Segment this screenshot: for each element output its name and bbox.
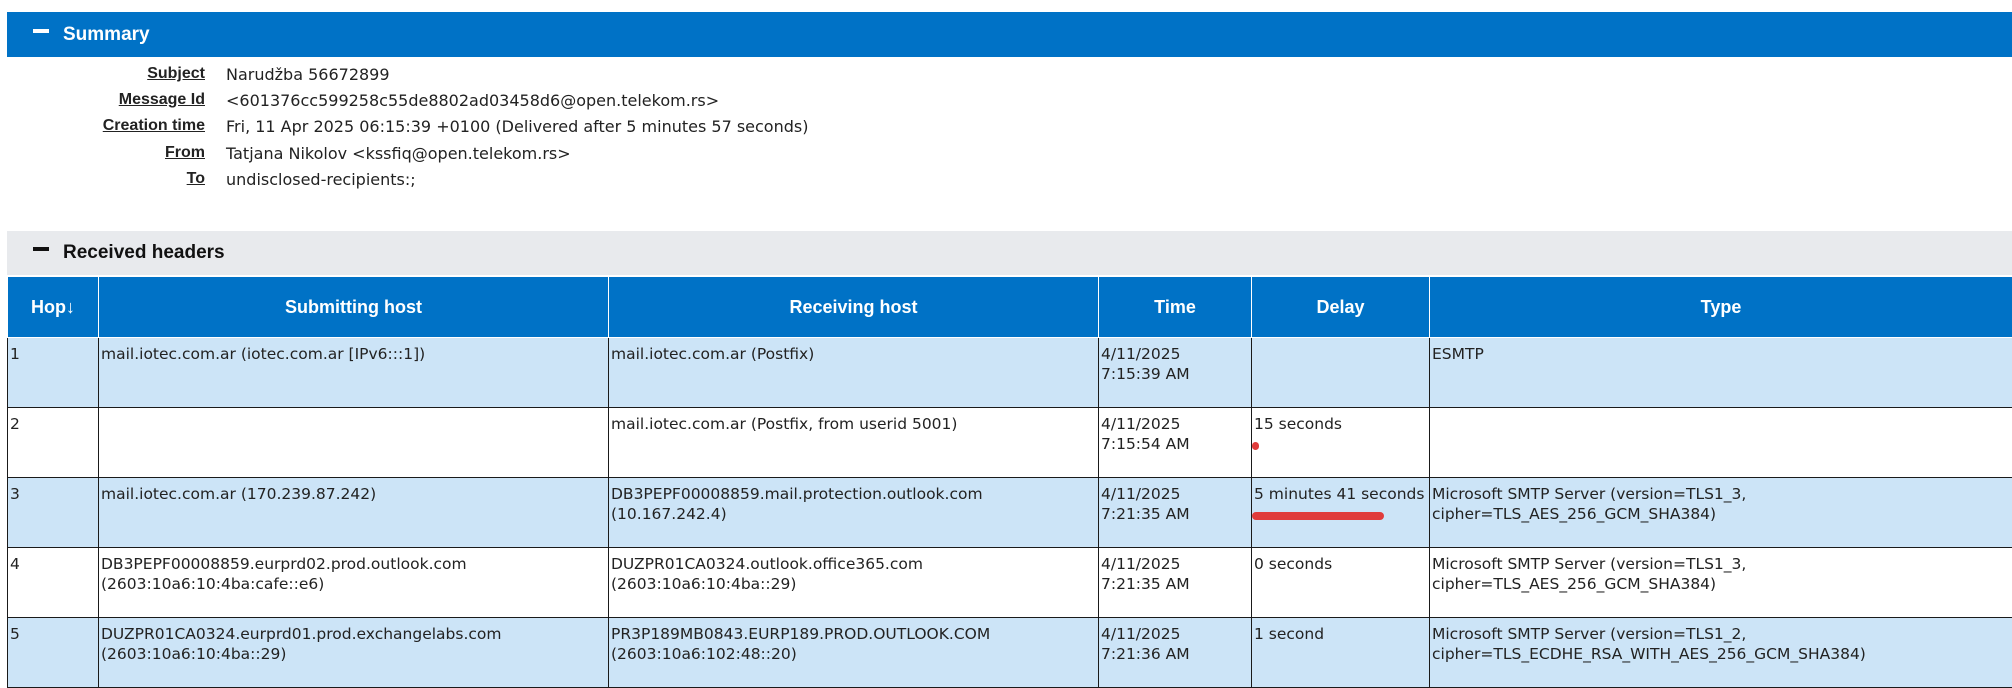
time-cell-line: 7:15:54 AM [1101,434,1249,454]
receiving-host-cell: DB3PEPF00008859.mail.protection.outlook.… [609,478,1099,548]
receiving-host-cell-line: DB3PEPF00008859.mail.protection.outlook.… [611,484,1096,524]
hop-cell: 2 [8,408,99,478]
delay-text: 0 seconds [1254,555,1332,573]
type-cell-line: ESMTP [1432,344,2010,364]
summary-row-to: To undisclosed-recipients:; [0,166,416,192]
type-cell-line: Microsoft SMTP Server (version=TLS1_3, c… [1432,484,2010,524]
table-row: 2 mail.iotec.com.ar (Postfix, from userid… [8,408,2012,478]
submitting-host-cell-line: mail.iotec.com.ar (iotec.com.ar [IPv6:::… [101,344,606,364]
received-headers-section-header[interactable]: Received headers [7,231,2012,275]
summary-value: Narudžba 56672899 [226,65,390,84]
column-header-time[interactable]: Time [1099,277,1252,338]
column-header-type[interactable]: Type [1430,277,2012,338]
submitting-host-cell-line: DB3PEPF00008859.eurprd02.prod.outlook.co… [101,554,606,574]
time-cell-line: 4/11/2025 [1101,554,1249,574]
delay-cell: 0 seconds [1252,548,1430,618]
summary-value: undisclosed-recipients:; [226,170,416,189]
time-cell-line: 4/11/2025 [1101,344,1249,364]
time-cell-line: 4/11/2025 [1101,624,1249,644]
collapse-icon[interactable] [33,29,49,33]
hop-cell: 3 [8,478,99,548]
time-cell-line: 7:21:36 AM [1101,644,1249,664]
summary-value: Fri, 11 Apr 2025 06:15:39 +0100 (Deliver… [226,117,808,136]
delay-text: 15 seconds [1254,415,1342,433]
summary-row-subject: Subject Narudžba 56672899 [0,61,390,87]
submitting-host-cell: mail.iotec.com.ar (170.239.87.242) [99,478,609,548]
column-header-delay[interactable]: Delay [1252,277,1430,338]
time-cell: 4/11/20257:21:35 AM [1099,478,1252,548]
receiving-host-cell: DUZPR01CA0324.outlook.office365.com (260… [609,548,1099,618]
delay-text: 5 minutes 41 seconds [1254,485,1424,503]
submitting-host-cell [99,408,609,478]
submitting-host-cell-line: (2603:10a6:10:4ba:cafe::e6) [101,574,606,594]
received-headers-title: Received headers [63,242,225,264]
summary-label: Message Id [0,91,205,109]
column-header-receiving-host[interactable]: Receiving host [609,277,1099,338]
summary-row-from: From Tatjana Nikolov <kssfiq@open.teleko… [0,140,571,166]
delay-cell [1252,338,1430,408]
received-headers-table: Hop↓ Submitting host Receiving host Time… [7,276,2012,688]
receiving-host-cell: mail.iotec.com.ar (Postfix, from userid … [609,408,1099,478]
summary-row-message-id: Message Id <601376cc599258c55de8802ad034… [0,87,719,113]
table-header-row: Hop↓ Submitting host Receiving host Time… [8,277,2012,338]
summary-value: Tatjana Nikolov <kssfiq@open.telekom.rs> [226,144,571,163]
type-cell-line: cipher=TLS_ECDHE_RSA_WITH_AES_256_GCM_SH… [1432,644,2010,664]
type-cell-line: Microsoft SMTP Server (version=TLS1_2, [1432,624,2010,644]
summary-label: Creation time [0,117,205,135]
table-row: 4DB3PEPF00008859.eurprd02.prod.outlook.c… [8,548,2012,618]
delay-cell: 15 seconds [1252,408,1430,478]
delay-bar [1252,442,1259,450]
column-header-hop[interactable]: Hop↓ [8,277,99,338]
submitting-host-cell: mail.iotec.com.ar (iotec.com.ar [IPv6:::… [99,338,609,408]
delay-cell: 5 minutes 41 seconds [1252,478,1430,548]
time-cell-line: 4/11/2025 [1101,484,1249,504]
time-cell: 4/11/20257:15:39 AM [1099,338,1252,408]
delay-text: 1 second [1254,625,1324,643]
submitting-host-cell-line: (2603:10a6:10:4ba::29) [101,644,606,664]
submitting-host-cell: DB3PEPF00008859.eurprd02.prod.outlook.co… [99,548,609,618]
hop-cell: 1 [8,338,99,408]
summary-row-creation-time: Creation time Fri, 11 Apr 2025 06:15:39 … [0,113,808,139]
summary-section-header[interactable]: Summary [7,12,2012,57]
time-cell: 4/11/20257:15:54 AM [1099,408,1252,478]
time-cell-line: 4/11/2025 [1101,414,1249,434]
hop-cell: 4 [8,548,99,618]
type-cell: Microsoft SMTP Server (version=TLS1_3, c… [1430,478,2012,548]
receiving-host-cell-line: DUZPR01CA0324.outlook.office365.com (260… [611,554,1096,594]
type-cell-line: Microsoft SMTP Server (version=TLS1_3, c… [1432,554,2010,594]
receiving-host-cell-line: PR3P189MB0843.EURP189.PROD.OUTLOOK.COM [611,624,1096,644]
time-cell-line: 7:21:35 AM [1101,504,1249,524]
receiving-host-cell: mail.iotec.com.ar (Postfix) [609,338,1099,408]
summary-label: Subject [0,65,205,83]
table-row: 3mail.iotec.com.ar (170.239.87.242)DB3PE… [8,478,2012,548]
collapse-icon[interactable] [33,247,49,251]
submitting-host-cell-line: mail.iotec.com.ar (170.239.87.242) [101,484,606,504]
time-cell: 4/11/20257:21:35 AM [1099,548,1252,618]
time-cell-line: 7:15:39 AM [1101,364,1249,384]
received-headers-body: 1mail.iotec.com.ar (iotec.com.ar [IPv6::… [8,338,2012,688]
table-row: 1mail.iotec.com.ar (iotec.com.ar [IPv6::… [8,338,2012,408]
receiving-host-cell-line: mail.iotec.com.ar (Postfix, from userid … [611,414,1096,434]
type-cell: Microsoft SMTP Server (version=TLS1_3, c… [1430,548,2012,618]
time-cell-line: 7:21:35 AM [1101,574,1249,594]
type-cell [1430,408,2012,478]
receiving-host-cell-line: mail.iotec.com.ar (Postfix) [611,344,1096,364]
receiving-host-cell-line: (2603:10a6:102:48::20) [611,644,1096,664]
delay-bar [1252,512,1384,520]
type-cell: ESMTP [1430,338,2012,408]
submitting-host-cell-line: DUZPR01CA0324.eurprd01.prod.exchangelabs… [101,624,606,644]
summary-value: <601376cc599258c55de8802ad03458d6@open.t… [226,91,719,110]
summary-title: Summary [63,24,150,46]
column-header-submitting-host[interactable]: Submitting host [99,277,609,338]
summary-label: To [0,170,205,188]
summary-label: From [0,144,205,162]
